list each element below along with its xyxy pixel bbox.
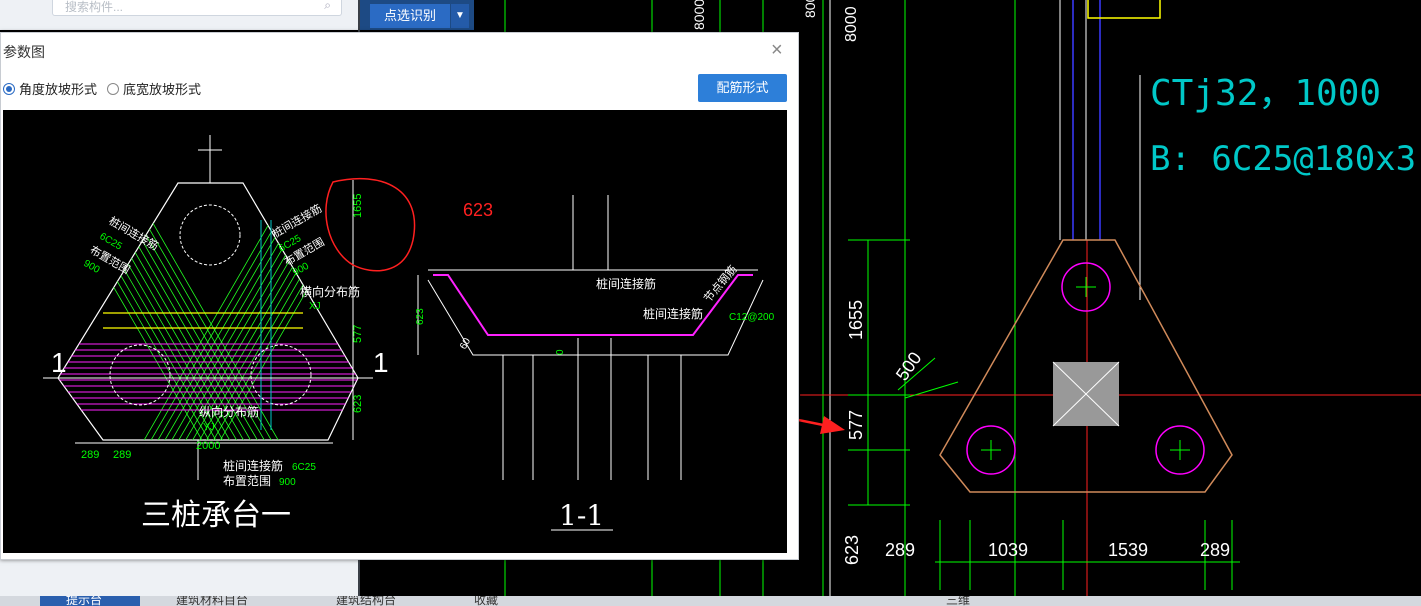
search-icon[interactable]: ⌕ [324, 0, 331, 12]
dim-2000: 2000 [196, 440, 220, 452]
close-icon[interactable]: × [771, 39, 783, 62]
cad-dim-1539: 1539 [1108, 540, 1148, 560]
cad-label-rebar: B: 6C25@180x3 [1150, 139, 1416, 179]
cad-dim-623: 623 [842, 535, 862, 565]
c12-spec: C12@200 [729, 312, 775, 323]
section-dim-623: 623 [415, 308, 426, 325]
radio-width-label[interactable]: 底宽放坡形式 [123, 79, 201, 98]
label-xj: XJ [309, 301, 321, 312]
cad-top-dim: 8000 [691, 0, 707, 30]
tab-tips[interactable]: 提示台 [40, 596, 140, 606]
tab-favorites[interactable]: 收藏 [474, 596, 498, 606]
radio-width-slope[interactable] [107, 82, 120, 95]
search-placeholder: 搜索构件... [65, 0, 124, 14]
cad-dim-1655: 1655 [846, 300, 866, 340]
slope-form-options: 角度放坡形式 底宽放坡形式 [3, 79, 211, 98]
pick-identify-button[interactable]: 点选识别 [370, 4, 450, 28]
label-bottom-val: 900 [279, 477, 296, 488]
cad-top-dim: 8000 [802, 0, 818, 18]
label-longitudinal-dist: 纵向分布筋 [199, 404, 259, 419]
dim-577: 577 [352, 325, 364, 343]
section-rebar-label: 桩间连接筋 [643, 306, 703, 321]
label-bottom-spec: 6C25 [292, 462, 316, 473]
radio-angle-label[interactable]: 角度放坡形式 [19, 79, 97, 98]
cad-dim-1039: 1039 [988, 540, 1028, 560]
cad-label-ctj: CTj32，1000 [1150, 73, 1381, 114]
tab-structure[interactable]: 建筑结构台 [336, 596, 396, 606]
dim-1655: 1655 [352, 194, 364, 218]
tab-3d[interactable]: 三维 [946, 596, 970, 606]
radio-angle-slope[interactable] [3, 82, 15, 95]
section-title: 1-1 [559, 499, 604, 532]
annotation-623: 623 [463, 200, 493, 220]
search-input[interactable]: 搜索构件... ⌕ [52, 0, 342, 16]
plan-title: 三桩承台一 [141, 498, 291, 533]
label-horizontal-dist: 横向分布筋 [300, 284, 360, 299]
dim-623: 623 [352, 395, 364, 413]
chevron-down-icon[interactable]: ▼ [451, 4, 469, 28]
label-bottom-range: 布置范围 [223, 474, 271, 488]
section-rebar-label: 桩间连接筋 [596, 276, 656, 291]
cad-dim-289: 289 [1200, 540, 1230, 560]
cad-dim-577: 577 [846, 410, 866, 440]
section-mark-right: 1 [373, 347, 389, 378]
label-yj: YJ [203, 422, 215, 433]
cad-dim-289: 289 [885, 540, 915, 560]
dialog-title: 参数图 [3, 44, 45, 60]
dim-289: 289 [81, 449, 99, 461]
parameter-figure: 289 289 2000 1655 577 623 623 1 1 桩间连接筋 … [3, 110, 787, 553]
tab-materials[interactable]: 建筑材料目台 [176, 596, 248, 606]
parameter-dialog: 参数图 × 角度放坡形式 底宽放坡形式 配筋形式 289 289 2000 16… [0, 32, 799, 560]
label-bottom-rebar: 桩间连接筋 [223, 458, 283, 473]
zero-label: 0 [555, 349, 566, 355]
section-mark-left: 1 [51, 347, 67, 378]
cad-top-dim: 8000 [843, 6, 860, 42]
dim-289: 289 [113, 449, 131, 461]
bottom-tab-bar: 提示台 建筑材料目台 建筑结构台 收藏 三维 [0, 596, 1421, 606]
rebar-form-button[interactable]: 配筋形式 [698, 74, 787, 102]
